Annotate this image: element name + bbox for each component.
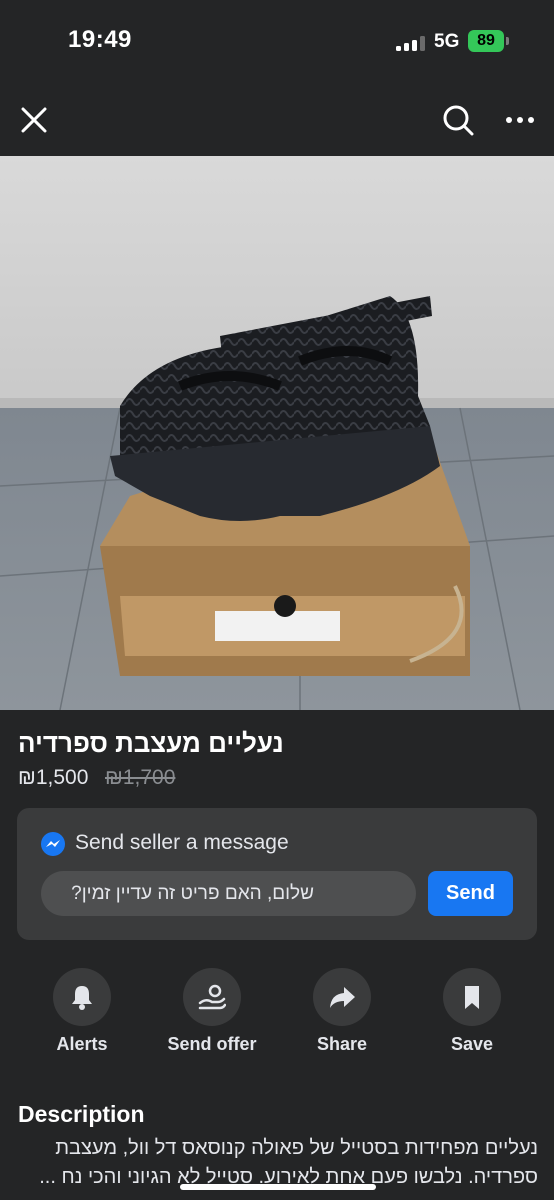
description-heading: Description: [18, 1101, 145, 1127]
share-button[interactable]: Share: [277, 968, 407, 1058]
send-offer-label: Send offer: [167, 1034, 257, 1054]
share-label: Share: [316, 1034, 368, 1054]
messenger-icon: [40, 831, 66, 857]
signal-icon: [396, 35, 428, 51]
offer-icon: [183, 968, 241, 1026]
top-bar: [0, 86, 554, 156]
message-header: Send seller a message: [75, 831, 289, 854]
message-input-value: שלום, האם פריט זה עדיין זמין?: [71, 883, 314, 904]
bell-icon: [53, 968, 111, 1026]
search-icon[interactable]: [440, 102, 476, 138]
status-bar: 19:49 5G 89: [0, 0, 554, 86]
alerts-label: Alerts: [56, 1034, 108, 1054]
bookmark-icon: [443, 968, 501, 1026]
send-offer-button[interactable]: Send offer: [147, 968, 277, 1058]
status-time: 19:49: [68, 26, 132, 53]
share-icon: [313, 968, 371, 1026]
close-icon[interactable]: [16, 102, 52, 138]
listing-price: ₪1,500: [18, 766, 89, 789]
listing-original-price: ₪1,700: [105, 766, 176, 789]
listing-title: נעליים מעצבת ספרדיה: [18, 728, 284, 758]
message-input[interactable]: שלום, האם פריט זה עדיין זמין?: [41, 871, 416, 916]
product-image: [0, 156, 554, 710]
home-indicator[interactable]: [180, 1184, 376, 1190]
product-photo[interactable]: [0, 156, 554, 710]
more-icon[interactable]: [502, 102, 538, 138]
send-message-card: Send seller a message שלום, האם פריט זה …: [17, 808, 537, 940]
save-label: Save: [450, 1034, 494, 1054]
battery-tip: [506, 37, 509, 45]
send-button[interactable]: Send: [428, 871, 513, 916]
network-type: 5G: [434, 31, 460, 52]
save-button[interactable]: Save: [407, 968, 537, 1058]
alerts-button[interactable]: Alerts: [17, 968, 147, 1058]
battery-icon: 89: [468, 30, 504, 52]
